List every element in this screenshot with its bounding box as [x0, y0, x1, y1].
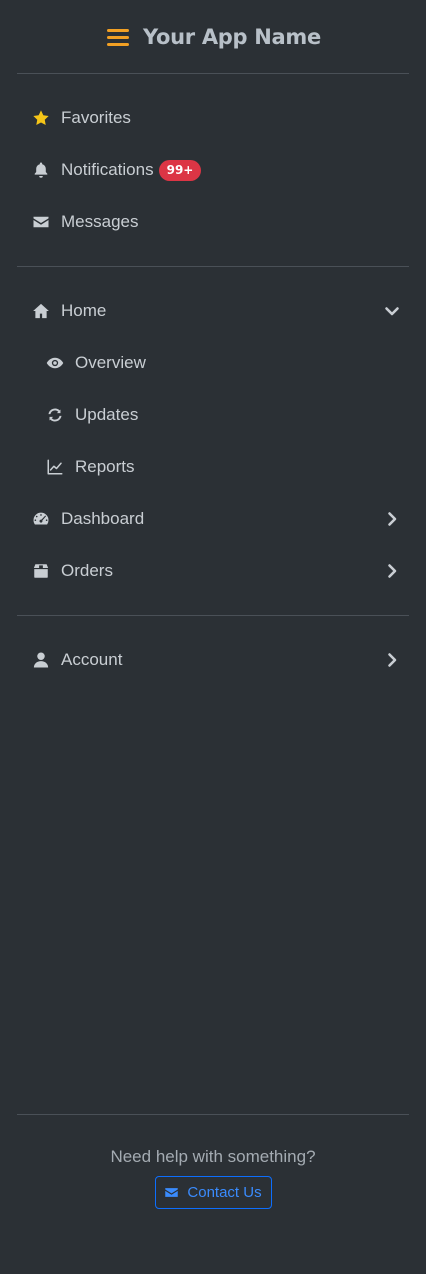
- account-nav: Account: [0, 616, 426, 704]
- line-chart-icon: [45, 457, 65, 477]
- contact-us-label: Contact Us: [187, 1184, 262, 1201]
- nav-item-favorites[interactable]: Favorites: [0, 92, 426, 144]
- refresh-icon: [45, 405, 65, 425]
- contact-us-button[interactable]: Contact Us: [154, 1176, 272, 1209]
- nav-subitem-updates[interactable]: Updates: [0, 389, 426, 441]
- nav-item-orders[interactable]: Orders: [0, 545, 426, 597]
- nav-item-label: Account: [61, 650, 123, 669]
- user-icon: [31, 650, 51, 670]
- nav-subitem-overview[interactable]: Overview: [0, 337, 426, 389]
- envelope-icon: [165, 1188, 179, 1197]
- brand[interactable]: Your App Name: [0, 0, 426, 73]
- nav-item-label: Favorites: [61, 108, 131, 127]
- envelope-icon: [31, 212, 51, 232]
- home-icon: [31, 301, 51, 321]
- divider: [17, 1114, 409, 1115]
- app-title: Your App Name: [143, 24, 321, 49]
- chevron-down-icon[interactable]: [384, 303, 400, 319]
- nav-subitem-reports[interactable]: Reports: [0, 441, 426, 493]
- chevron-right-icon[interactable]: [384, 652, 400, 668]
- nav-item-label: Dashboard: [61, 509, 145, 528]
- nav-item-messages[interactable]: Messages: [0, 196, 426, 248]
- nav-item-label: Notifications: [61, 160, 154, 179]
- bell-icon: [31, 160, 51, 180]
- star-icon: [31, 108, 51, 128]
- quick-links: Favorites Notifications 99+ Messages: [0, 74, 426, 266]
- nav-item-notifications[interactable]: Notifications 99+: [0, 144, 426, 196]
- sidebar-footer: Need help with something? Contact Us: [0, 1114, 426, 1209]
- hamburger-menu-icon[interactable]: [105, 26, 131, 48]
- sidebar: Your App Name Favorites Notifications 99…: [0, 0, 426, 1274]
- chevron-right-icon[interactable]: [384, 511, 400, 527]
- nav-item-label: Messages: [61, 212, 139, 231]
- nav-item-label: Updates: [75, 405, 139, 424]
- nav-item-label: Orders: [61, 561, 113, 580]
- speedometer-icon: [31, 509, 51, 529]
- main-nav: Home Overview Updates Reports Dashboard …: [0, 267, 426, 615]
- notification-count-badge: 99+: [158, 159, 202, 181]
- eye-icon: [45, 353, 65, 373]
- nav-item-account[interactable]: Account: [0, 634, 426, 686]
- nav-item-label: Home: [61, 301, 107, 320]
- help-text: Need help with something?: [110, 1147, 316, 1166]
- box-icon: [31, 561, 51, 581]
- nav-item-home[interactable]: Home: [0, 285, 426, 337]
- chevron-right-icon[interactable]: [384, 563, 400, 579]
- nav-item-label: Reports: [75, 457, 135, 476]
- nav-item-label: Overview: [75, 353, 146, 372]
- nav-item-dashboard[interactable]: Dashboard: [0, 493, 426, 545]
